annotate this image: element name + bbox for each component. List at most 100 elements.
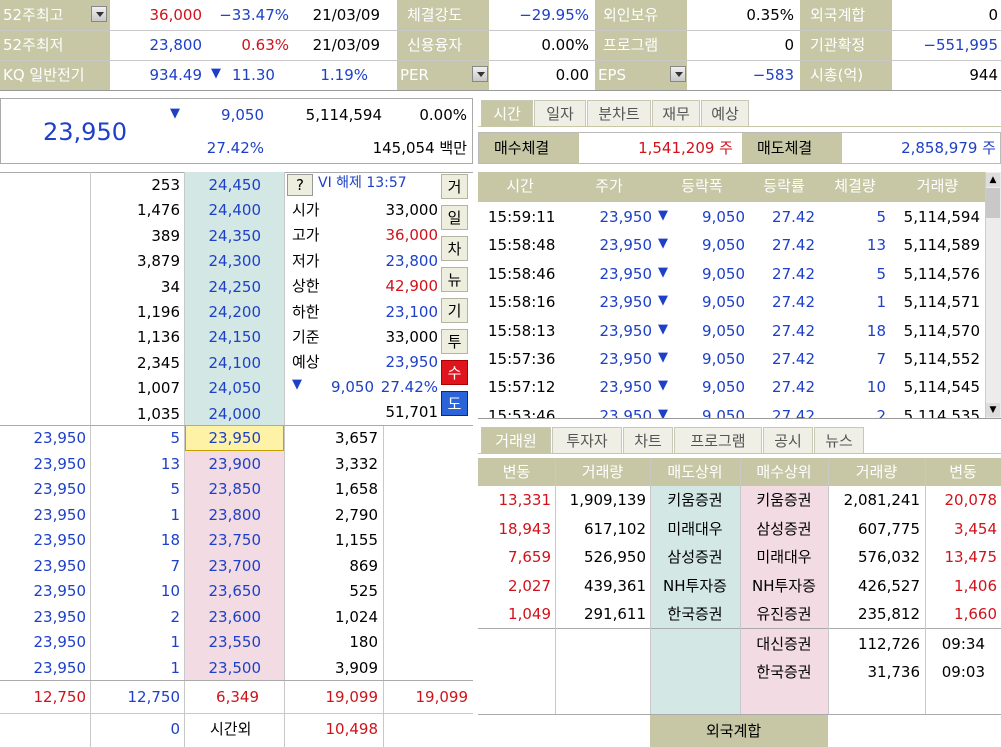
tick-tab-5[interactable]: 예상	[701, 100, 749, 126]
broker-tab-1[interactable]: 거래원	[481, 427, 551, 453]
sell-broker-name[interactable]: 삼성증권	[650, 550, 740, 565]
bid-price[interactable]: 23,900	[185, 456, 262, 472]
buy-volume: 576,032	[857, 548, 920, 567]
extra-broker-volume: 31,736	[867, 663, 921, 681]
sell-volume: 439,361	[583, 576, 646, 595]
tick-time: 15:58:16	[488, 293, 556, 312]
tick-header-cell: 체결량	[834, 177, 876, 195]
buy-broker-name[interactable]: 유진증권	[740, 607, 828, 622]
sell-volume: 617,102	[583, 519, 646, 538]
buy-change: 13,475	[944, 548, 998, 567]
help-button[interactable]: ?	[287, 174, 313, 196]
down-arrow-icon: ▼	[658, 208, 668, 223]
per-dropdown-icon[interactable]	[472, 66, 488, 82]
52w-dropdown-icon[interactable]	[91, 6, 107, 22]
ask-qty: 3,879	[137, 252, 180, 271]
down-arrow-icon: ▼	[658, 350, 668, 365]
bid-price[interactable]: 23,700	[185, 558, 262, 574]
bid-price[interactable]: 23,800	[185, 507, 262, 523]
tick-qty: 10	[866, 378, 886, 397]
eps-dropdown-icon[interactable]	[670, 66, 686, 82]
side-button-6[interactable]: 투	[441, 329, 468, 354]
scroll-down-icon[interactable]: ▼	[986, 403, 1000, 417]
broker-tab-2[interactable]: 투자자	[552, 427, 622, 453]
sell-broker-name[interactable]: 미래대우	[650, 521, 740, 537]
side-button-2[interactable]: 일	[441, 205, 468, 230]
info-label: 시가	[292, 201, 320, 219]
tick-time: 15:59:11	[488, 208, 556, 226]
buy-exec-value: 1,541,209 주	[638, 139, 733, 157]
buy-volume: 607,775	[857, 519, 920, 538]
summary-per-value: 0.00	[555, 66, 589, 84]
sell-broker-name[interactable]: NH투자증	[650, 578, 740, 594]
bid-price[interactable]: 23,850	[185, 482, 262, 497]
current-price: 23,950	[43, 118, 127, 146]
ask-price[interactable]: 24,000	[185, 406, 262, 422]
ask-price[interactable]: 24,200	[185, 305, 262, 320]
bid-price[interactable]: 23,650	[185, 584, 262, 599]
extra-broker-name[interactable]: 대신증권	[740, 637, 828, 652]
side-button-3[interactable]: 차	[441, 236, 468, 261]
extra-broker-time: 09:34	[941, 635, 985, 653]
summary-52w-low-label: 52주최저	[3, 36, 64, 54]
bid-exec-price: 23,950	[33, 531, 87, 549]
tick-tab-2[interactable]: 일자	[534, 100, 586, 126]
expected-change: 9,050	[331, 378, 374, 396]
broker-tab-3[interactable]: 차트	[623, 427, 673, 453]
buy-broker-name[interactable]: 키움증권	[740, 493, 828, 508]
afterhours-value: 10,498	[325, 720, 379, 738]
ask-price[interactable]: 24,300	[185, 254, 262, 269]
summary-foreign-sum-label: 외국계합	[810, 6, 866, 24]
buy-change: 20,078	[944, 491, 998, 509]
tick-tab-4[interactable]: 재무	[652, 100, 700, 126]
buy-exec-label: 매수체결	[494, 139, 550, 157]
side-button-4[interactable]: 뉴	[441, 267, 468, 292]
bid-price[interactable]: 23,550	[185, 635, 262, 650]
summary-eps-value: −583	[752, 66, 794, 84]
ask-qty: 389	[151, 226, 180, 245]
side-button-1[interactable]: 거	[441, 174, 468, 199]
broker-tab-4[interactable]: 프로그램	[674, 427, 762, 453]
sell-volume: 526,950	[583, 548, 646, 567]
scroll-up-icon[interactable]: ▲	[986, 173, 1000, 187]
broker-tab-6[interactable]: 뉴스	[814, 427, 864, 453]
ask-price[interactable]: 24,450	[185, 178, 262, 193]
ask-price[interactable]: 24,050	[185, 381, 262, 396]
side-button-7[interactable]: 수	[441, 360, 468, 385]
info-label: 예상	[292, 353, 320, 372]
buy-broker-name[interactable]: 미래대우	[740, 550, 828, 565]
tick-qty: 18	[866, 321, 886, 340]
bid-price[interactable]: 23,500	[185, 660, 262, 676]
scroll-thumb[interactable]	[986, 188, 1000, 218]
info-value: 36,000	[385, 226, 439, 245]
tick-time: 15:58:48	[488, 236, 556, 255]
ask-price[interactable]: 24,350	[185, 228, 262, 244]
bid-exec-qty: 10	[160, 582, 180, 600]
extra-broker-name[interactable]: 한국증권	[740, 665, 828, 680]
bid-price[interactable]: 23,950	[185, 431, 262, 446]
bid-exec-qty: 1	[170, 505, 180, 524]
buy-broker-name[interactable]: NH투자증	[740, 578, 828, 594]
bid-price[interactable]: 23,750	[185, 533, 262, 548]
side-button-5[interactable]: 기	[441, 298, 468, 323]
sell-broker-name[interactable]: 한국증권	[650, 607, 740, 622]
ask-price[interactable]: 24,100	[185, 355, 262, 371]
tick-rate: 27.42	[772, 236, 815, 255]
tick-tab-3[interactable]: 분차트	[587, 100, 651, 126]
tick-volume: 5,114,545	[903, 378, 980, 397]
bid-price[interactable]: 23,600	[185, 609, 262, 625]
ask-price[interactable]: 24,250	[185, 279, 262, 295]
down-arrow-icon: ▼	[292, 377, 302, 392]
tick-price: 23,950	[599, 293, 653, 312]
ask-price[interactable]: 24,400	[185, 203, 262, 218]
buy-broker-name[interactable]: 삼성증권	[740, 521, 828, 537]
total-ask-remain: 12,750	[33, 688, 87, 706]
broker-tab-5[interactable]: 공시	[763, 427, 813, 453]
summary-52w-low-pct: 0.63%	[241, 36, 289, 54]
tick-tab-1[interactable]: 시간	[481, 100, 533, 126]
bid-exec-price: 23,950	[33, 658, 87, 677]
summary-52w-high-pct: −33.47%	[219, 6, 289, 24]
ask-price[interactable]: 24,150	[185, 330, 262, 345]
sell-broker-name[interactable]: 키움증권	[650, 493, 740, 508]
side-button-8[interactable]: 도	[441, 391, 468, 416]
